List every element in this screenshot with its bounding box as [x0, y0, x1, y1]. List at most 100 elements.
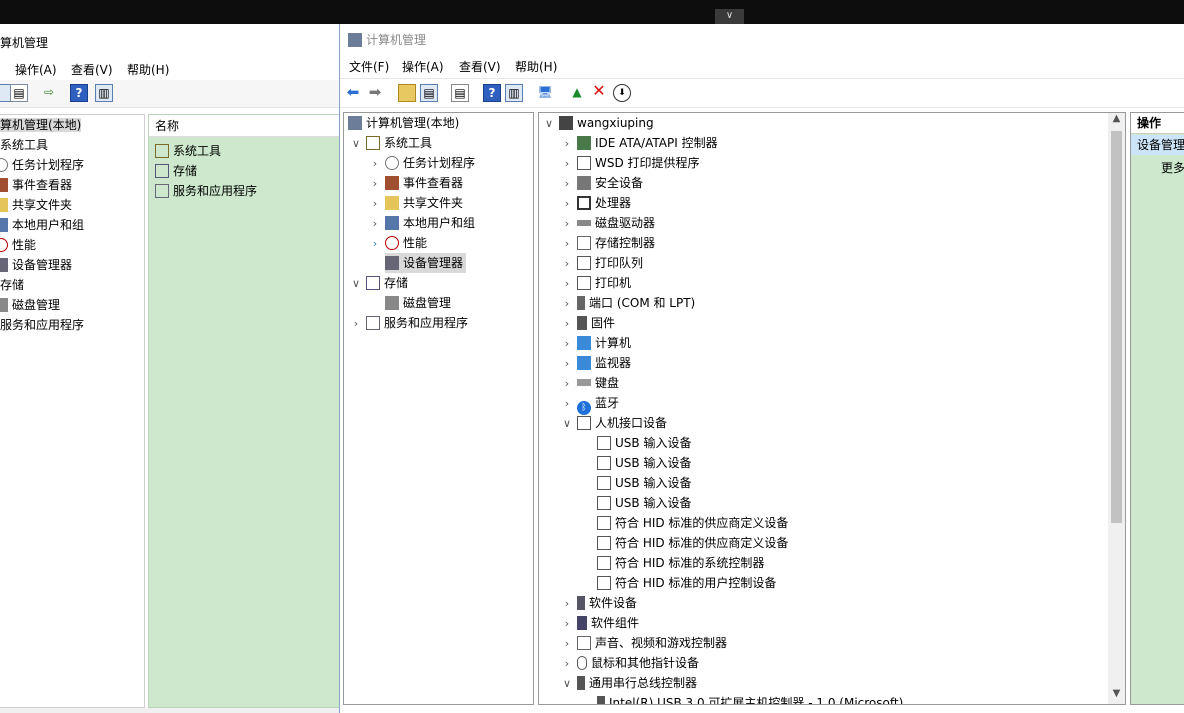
tree-item-performance[interactable]: › 性能 [369, 233, 427, 253]
device-category[interactable]: › 鼠标和其他指针设备 [561, 653, 699, 673]
chevron-right-icon[interactable]: › [561, 134, 573, 154]
action-pane-icon[interactable]: ▥ [505, 84, 523, 102]
device-category-usb[interactable]: ∨ 通用串行总线控制器 [561, 673, 697, 693]
chevron-down-icon[interactable]: ∨ [561, 674, 573, 694]
chevron-right-icon[interactable]: › [561, 274, 573, 294]
device-item[interactable]: Intel(R) USB 3.0 可扩展主机控制器 - 1.0 (Microso… [597, 693, 903, 704]
export-icon[interactable]: ⇨ [40, 84, 58, 102]
tree-root[interactable]: 算机管理(本地) [0, 115, 82, 135]
horizontal-scrollbar[interactable] [0, 708, 345, 713]
tree-item-services[interactable]: 服务和应用程序 [0, 315, 84, 335]
chevron-down-icon[interactable]: ∨ [561, 414, 573, 434]
chevron-right-icon[interactable]: › [561, 594, 573, 614]
tree-item-system-tools[interactable]: 系统工具 [0, 135, 48, 155]
chevron-right-icon[interactable]: › [561, 334, 573, 354]
device-item[interactable]: USB 输入设备 [597, 433, 691, 453]
back-arrow-icon[interactable]: ⬅ [344, 84, 362, 102]
device-category-hid[interactable]: ∨ 人机接口设备 [561, 413, 667, 433]
menu-help[interactable]: 帮助(H) [515, 58, 557, 75]
tree-item-event-viewer[interactable]: › 事件查看器 [369, 173, 463, 193]
chevron-right-icon[interactable]: › [561, 314, 573, 334]
chevron-right-icon[interactable]: › [350, 314, 362, 334]
forward-arrow-icon[interactable]: ➡ [366, 84, 384, 102]
properties-icon[interactable]: ▤ [10, 84, 28, 102]
chevron-right-icon[interactable]: › [561, 374, 573, 394]
tree-item-performance[interactable]: 性能 [0, 235, 36, 255]
chevron-right-icon[interactable]: › [561, 154, 573, 174]
tree-item-services[interactable]: › 服务和应用程序 [350, 313, 468, 333]
tree-item-disk-management[interactable]: 磁盘管理 [0, 295, 60, 315]
chevron-right-icon[interactable]: › [561, 174, 573, 194]
device-root[interactable]: ∨ wangxiuping [543, 113, 654, 133]
tree-root[interactable]: 计算机管理(本地) [348, 113, 459, 133]
chevron-right-icon[interactable]: › [561, 354, 573, 374]
device-category[interactable]: › 固件 [561, 313, 615, 333]
menu-view[interactable]: 查看(V) [71, 61, 113, 78]
scrollbar-thumb[interactable] [1111, 131, 1122, 523]
device-category[interactable]: › 软件设备 [561, 593, 637, 613]
device-category[interactable]: › 软件组件 [561, 613, 639, 633]
menu-action[interactable]: 操作(A) [15, 61, 57, 78]
tree-item-local-users[interactable]: 本地用户和组 [0, 215, 84, 235]
list-item[interactable]: 服务和应用程序 [155, 181, 257, 201]
tree-item-shared-folders[interactable]: 共享文件夹 [0, 195, 72, 215]
menu-file[interactable]: 文件(F) [349, 58, 389, 75]
chevron-right-icon[interactable]: › [561, 394, 573, 414]
chevron-down-icon[interactable]: ∨ [715, 9, 744, 25]
vertical-scrollbar[interactable]: ▲ ▼ [1108, 113, 1125, 704]
tree-item-device-manager[interactable]: 设备管理器 [385, 253, 467, 273]
device-item[interactable]: USB 输入设备 [597, 453, 691, 473]
device-item[interactable]: 符合 HID 标准的供应商定义设备 [597, 533, 788, 553]
list-item[interactable]: 系统工具 [155, 141, 221, 161]
chevron-right-icon[interactable]: › [369, 174, 381, 194]
help-icon[interactable]: ? [70, 84, 88, 102]
scroll-up-icon[interactable]: ▲ [1108, 113, 1125, 129]
chevron-right-icon[interactable]: › [561, 294, 573, 314]
tree-item-event-viewer[interactable]: 事件查看器 [0, 175, 72, 195]
chevron-down-icon[interactable]: ∨ [350, 134, 362, 154]
tree-item-disk-management[interactable]: 磁盘管理 [385, 293, 451, 313]
device-category[interactable]: › IDE ATA/ATAPI 控制器 [561, 133, 718, 153]
tree-item-local-users[interactable]: › 本地用户和组 [369, 213, 475, 233]
device-item[interactable]: 符合 HID 标准的用户控制设备 [597, 573, 776, 593]
chevron-right-icon[interactable]: › [369, 234, 381, 254]
chevron-right-icon[interactable]: › [561, 234, 573, 254]
device-category[interactable]: › 处理器 [561, 193, 631, 213]
device-category[interactable]: › 监视器 [561, 353, 631, 373]
chevron-down-icon[interactable]: ∨ [543, 114, 555, 134]
device-item[interactable]: 符合 HID 标准的系统控制器 [597, 553, 764, 573]
help-icon[interactable]: ? [483, 84, 501, 102]
device-item[interactable]: 符合 HID 标准的供应商定义设备 [597, 513, 788, 533]
chevron-right-icon[interactable]: › [561, 634, 573, 654]
list-item[interactable]: 存储 [155, 161, 197, 181]
tree-item-task-scheduler[interactable]: 任务计划程序 [0, 155, 84, 175]
more-actions-link[interactable]: 更多 [1161, 159, 1184, 176]
device-category[interactable]: › 计算机 [561, 333, 631, 353]
device-category[interactable]: › 打印队列 [561, 253, 643, 273]
chevron-right-icon[interactable]: › [561, 254, 573, 274]
chevron-right-icon[interactable]: › [369, 194, 381, 214]
menu-help[interactable]: 帮助(H) [127, 61, 169, 78]
chevron-right-icon[interactable]: › [561, 214, 573, 234]
scan-hardware-icon[interactable]: 🖥 [536, 84, 554, 102]
device-category[interactable]: › 端口 (COM 和 LPT) [561, 293, 695, 313]
scroll-down-icon[interactable]: ▼ [1108, 688, 1125, 704]
chevron-down-icon[interactable]: ∨ [350, 274, 362, 294]
device-category[interactable]: › WSD 打印提供程序 [561, 153, 700, 173]
tree-item-storage[interactable]: 存储 [0, 275, 24, 295]
device-category[interactable]: › 声音、视频和游戏控制器 [561, 633, 727, 653]
show-hide-tree-icon[interactable]: ▤ [420, 84, 438, 102]
column-header-name[interactable]: 名称 [149, 115, 344, 137]
view-icon[interactable]: ▥ [95, 84, 113, 102]
chevron-right-icon[interactable]: › [561, 194, 573, 214]
menu-view[interactable]: 查看(V) [459, 58, 501, 75]
chevron-right-icon[interactable]: › [369, 154, 381, 174]
uninstall-x-icon[interactable]: ✕ [590, 83, 608, 101]
device-item[interactable]: USB 输入设备 [597, 493, 691, 513]
device-category[interactable]: › 键盘 [561, 373, 619, 393]
device-category[interactable]: › ᛒ 蓝牙 [561, 393, 619, 415]
tree-item-shared-folders[interactable]: › 共享文件夹 [369, 193, 463, 213]
menu-action[interactable]: 操作(A) [402, 58, 444, 75]
device-category[interactable]: › 安全设备 [561, 173, 643, 193]
tree-item-storage[interactable]: ∨ 存储 [350, 273, 408, 293]
